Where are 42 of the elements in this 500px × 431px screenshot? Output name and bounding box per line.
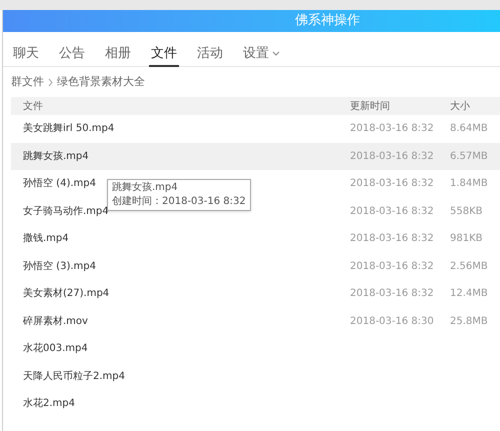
tooltip: 跳舞女孩.mp4 创建时间：2018-03-16 8:32 xyxy=(107,179,251,211)
update-time: 2018-03-16 8:30 xyxy=(350,316,434,327)
update-time: 2018-03-16 8:32 xyxy=(350,233,434,244)
file-name: 天降人民币粒子2.mp4 xyxy=(23,370,125,382)
file-name: 水花003.mp4 xyxy=(23,343,88,354)
file-size: 25.8MB xyxy=(450,316,488,327)
update-time: 2018-03-16 8:32 xyxy=(350,123,434,134)
tab[interactable]: 设置 xyxy=(241,42,282,67)
file-name: 跳舞女孩.mp4 xyxy=(23,150,89,162)
tab[interactable]: 聊天 xyxy=(11,42,41,67)
column-header[interactable]: 文件 xyxy=(11,98,350,114)
file-name: 美女跳舞irl 50.mp4 xyxy=(23,123,114,134)
update-time: 2018-03-16 8:32 xyxy=(350,288,434,300)
file-name: 孙悟空 (4).mp4 xyxy=(23,178,96,190)
file-size: 558KB xyxy=(450,206,483,217)
breadcrumb-item[interactable]: 群文件 xyxy=(11,74,44,90)
tab[interactable]: 公告 xyxy=(57,42,87,67)
tab[interactable]: 文件 xyxy=(149,42,179,67)
column-header[interactable]: 大小 xyxy=(450,98,500,114)
update-time: 2018-03-16 8:32 xyxy=(350,178,434,190)
file-size: 1.84MB xyxy=(450,178,488,190)
update-time: 2018-03-16 8:32 xyxy=(350,150,434,162)
update-time: 2018-03-16 8:32 xyxy=(350,206,434,217)
file-size: 6.57MB xyxy=(450,150,488,162)
file-name: 碎屏素材.mov xyxy=(23,316,88,327)
file-name: 水花2.mp4 xyxy=(23,398,75,410)
window-title: 佛系神操作 xyxy=(295,12,360,30)
file-size: 2.56MB xyxy=(450,260,488,272)
tab[interactable]: 活动 xyxy=(195,42,225,67)
column-header[interactable]: 更新时间 xyxy=(350,98,450,114)
tab[interactable]: 相册 xyxy=(103,42,133,67)
update-time: 2018-03-16 8:32 xyxy=(350,260,434,272)
file-name: 美女素材(27).mp4 xyxy=(23,288,110,300)
file-name: 女子骑马动作.mp4 xyxy=(23,206,109,217)
file-size: 8.64MB xyxy=(450,123,488,134)
file-size: 12.4MB xyxy=(450,288,488,300)
file-row[interactable]: 跳舞女孩.mp4 2018-03-16 8:32 6.57MB xyxy=(11,142,500,170)
file-name: 孙悟空 (3).mp4 xyxy=(23,260,96,272)
file-size: 981KB xyxy=(450,233,483,244)
breadcrumb-item[interactable]: 绿色背景素材大全 xyxy=(57,74,145,90)
chevron-right-icon xyxy=(48,78,53,86)
file-name: 撒钱.mp4 xyxy=(23,233,69,244)
